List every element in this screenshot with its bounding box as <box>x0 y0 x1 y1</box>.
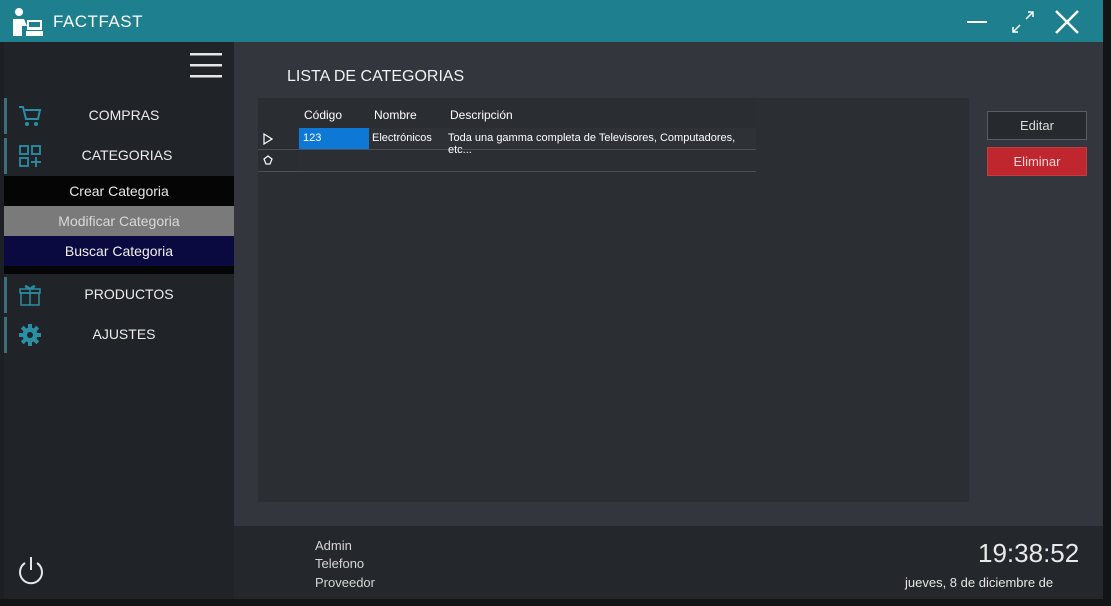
window-edge <box>1103 0 1111 606</box>
sidebar-item-label: CATEGORIAS <box>81 147 173 163</box>
user-name: Admin <box>315 538 352 553</box>
new-row-icon <box>263 155 273 165</box>
hamburger-icon <box>190 53 222 78</box>
cell-codigo-selected[interactable]: 123 <box>299 128 369 149</box>
sidebar: COMPRAS CATEGORIAS Crear Categoria Modif… <box>4 42 234 599</box>
sidebar-item-compras[interactable]: COMPRAS <box>4 98 234 134</box>
clock: 19:38:52 <box>978 538 1080 568</box>
grid-header: Código Nombre Descripción <box>258 98 756 128</box>
current-row-arrow-icon <box>263 133 273 145</box>
cashier-logo-icon <box>10 6 44 38</box>
new-row[interactable] <box>258 150 756 172</box>
row-header[interactable] <box>258 128 298 149</box>
sidebar-item-ajustes[interactable]: AJUSTES <box>4 317 234 353</box>
close-icon <box>1055 10 1079 34</box>
subitem-buscar-categoria[interactable]: Buscar Categoria <box>4 236 234 266</box>
cell-nombre[interactable]: Electrónicos <box>372 132 432 144</box>
page-title: LISTA DE CATEGORIAS <box>287 68 465 85</box>
delete-button[interactable]: Eliminar <box>987 147 1087 176</box>
title-bar: FACTFAST <box>0 0 1103 42</box>
sidebar-item-categorias[interactable]: CATEGORIAS <box>4 138 234 174</box>
maximize-icon <box>1012 11 1034 33</box>
minimize-icon <box>967 21 987 23</box>
power-button[interactable] <box>16 555 46 587</box>
column-header-nombre[interactable]: Nombre <box>374 108 417 122</box>
app-title: FACTFAST <box>53 12 143 31</box>
edit-button[interactable]: Editar <box>987 111 1087 140</box>
hamburger-menu-button[interactable] <box>190 50 224 80</box>
sidebar-item-label: PRODUCTOS <box>84 286 174 302</box>
subitem-crear-categoria[interactable]: Crear Categoria <box>4 176 234 206</box>
window-edge <box>0 599 1111 606</box>
status-footer: Admin Telefono Proveedor 19:38:52 jueves… <box>234 526 1103 599</box>
submenu-divider <box>4 266 234 274</box>
sidebar-item-label: COMPRAS <box>88 107 160 123</box>
main-content: LISTA DE CATEGORIAS Código Nombre Descri… <box>234 42 1103 526</box>
date-label: jueves, 8 de diciembre de <box>905 575 1054 590</box>
sidebar-item-productos[interactable]: PRODUCTOS <box>4 277 234 313</box>
column-header-codigo[interactable]: Código <box>304 108 342 122</box>
grid-panel: Código Nombre Descripción 123 Electrónic… <box>258 98 969 502</box>
subitem-modificar-categoria[interactable]: Modificar Categoria <box>4 206 234 236</box>
power-icon <box>19 557 43 585</box>
row-header[interactable] <box>258 150 298 171</box>
close-button[interactable] <box>1052 7 1082 37</box>
table-row[interactable]: 123 Electrónicos Toda una gamma completa… <box>258 128 756 156</box>
cell-text: 123 <box>303 132 322 144</box>
user-phone: Telefono <box>315 556 365 571</box>
column-header-descripcion[interactable]: Descripción <box>450 108 513 122</box>
user-role: Proveedor <box>315 575 375 590</box>
sidebar-item-label: AJUSTES <box>92 326 156 342</box>
maximize-button[interactable] <box>1008 7 1038 37</box>
minimize-button[interactable] <box>962 7 992 37</box>
